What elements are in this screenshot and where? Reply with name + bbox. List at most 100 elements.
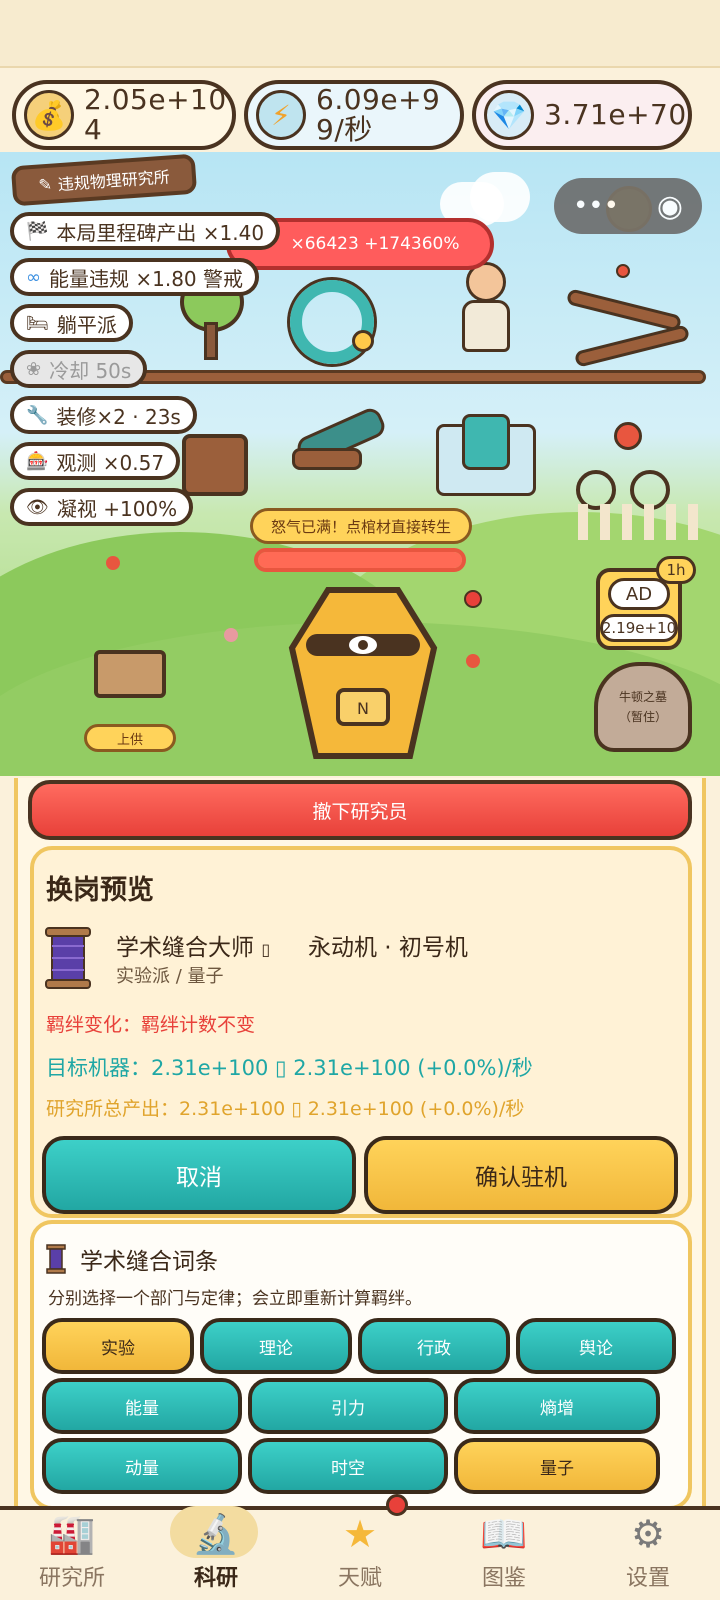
- multiplier-value: ×66423 +174360%: [290, 234, 460, 254]
- law-chip-gravity[interactable]: 引力: [248, 1378, 448, 1434]
- tag-milestone-text: 本局里程碑产出 ×1.40: [56, 220, 265, 245]
- rage-progress-fill: [258, 552, 462, 568]
- tomb-subtitle: （暂住）: [618, 710, 667, 724]
- tag-energy-violation[interactable]: ∞ 能量违规 ×1.80 警戒: [10, 258, 260, 296]
- unseat-researcher-button[interactable]: 撤下研究员: [28, 780, 692, 840]
- law-chip-entropy[interactable]: 熵增: [454, 1378, 660, 1434]
- more-icon[interactable]: •••: [573, 191, 619, 221]
- law-chip-quantum[interactable]: 量子: [454, 1438, 660, 1494]
- traits-title: 学术缝合词条: [80, 1249, 218, 1275]
- bed-icon: 🛏: [26, 312, 49, 334]
- nav-talent-label: 天赋: [337, 1566, 382, 1591]
- coffin-button[interactable]: N: [288, 586, 438, 766]
- energy-value: 6.09e+99/秒: [316, 83, 441, 146]
- researcher-name-text: 学术缝合大师: [116, 935, 254, 961]
- scientist-body: [462, 300, 510, 352]
- money-bag-icon: 💰: [24, 90, 74, 140]
- tag-observe-text: 观测 ×0.57: [56, 450, 165, 475]
- slot-machine-icon: 🎰: [26, 450, 49, 472]
- notification-dot: [386, 1494, 408, 1516]
- law-chip-energy[interactable]: 能量: [42, 1378, 242, 1434]
- eye-icon: 👁: [26, 496, 49, 518]
- confirm-station-button[interactable]: 确认驻机: [364, 1136, 678, 1214]
- flower: [106, 556, 120, 570]
- coffin-letter: N: [357, 699, 369, 718]
- researcher-tags: 实验派 / 量子: [116, 966, 224, 987]
- tag-gaze[interactable]: 👁 凝视 +100%: [10, 488, 194, 526]
- nav-research[interactable]: 🔬 科研: [144, 1506, 288, 1600]
- researcher-name: 学术缝合大师 ▯: [116, 928, 270, 962]
- arrow-glyph: ▯: [261, 940, 271, 959]
- gear-icon: ⚙: [630, 1512, 666, 1556]
- flower: [466, 654, 480, 668]
- law-chip-momentum[interactable]: 动量: [42, 1438, 242, 1494]
- offer-button[interactable]: 上供: [84, 724, 176, 752]
- tag-milestone[interactable]: 🏁 本局里程碑产出 ×1.40: [10, 212, 281, 250]
- department-chip-theory[interactable]: 理论: [200, 1318, 352, 1374]
- lightning-icon: ⚡: [256, 90, 306, 140]
- treasure-chest: [182, 434, 248, 496]
- tag-energy-text: 能量违规 ×1.80 警戒: [49, 266, 244, 291]
- coin-on-machine: [352, 330, 374, 352]
- thread-spool-icon: [46, 1244, 66, 1274]
- law-chip-spacetime[interactable]: 时空: [248, 1438, 448, 1494]
- nav-research-label: 科研: [193, 1566, 238, 1591]
- ad-reward-value: 2.19e+10: [600, 614, 678, 642]
- miniapp-capsule[interactable]: ••• ◉: [554, 178, 702, 234]
- cannon-base: [292, 448, 362, 470]
- nav-settings[interactable]: ⚙ 设置: [576, 1506, 720, 1600]
- rider-head: [614, 422, 642, 450]
- tree-trunk: [204, 322, 218, 360]
- preview-title: 换岗预览: [46, 875, 154, 906]
- cancel-button[interactable]: 取消: [42, 1136, 356, 1214]
- nav-lab-label: 研究所: [38, 1566, 105, 1591]
- pencil-icon: ✎: [37, 174, 53, 195]
- offering-altar: [94, 650, 166, 698]
- lab-output-text: 研究所总产出：2.31e+100 ▯ 2.31e+100 (+0.0%)/秒: [46, 1098, 525, 1120]
- department-chip-experiment[interactable]: 实验: [42, 1318, 194, 1374]
- tag-cooldown-text: 冷却 50s: [49, 358, 132, 383]
- lab-title: 违规物理研究所: [57, 167, 171, 195]
- department-chip-admin[interactable]: 行政: [358, 1318, 510, 1374]
- bond-change-text: 羁绊变化：羁绊计数不变: [46, 1014, 256, 1036]
- fruit: [464, 590, 482, 608]
- traits-description: 分别选择一个部门与定律；会立即重新计算羁绊。: [48, 1289, 422, 1309]
- thread-spool-icon: [45, 927, 91, 989]
- machine-name: 永动机 · 初号机: [308, 935, 468, 961]
- coins-counter: 💰 2.05e+104: [12, 80, 236, 150]
- tomb-title: 牛顿之墓: [618, 690, 667, 704]
- ramp-machine-lower: [573, 324, 691, 368]
- diamond-icon: 💎: [484, 90, 534, 140]
- nav-talent[interactable]: ★ 天赋: [288, 1506, 432, 1600]
- rage-progress-bar: [254, 548, 466, 572]
- tag-lie-flat[interactable]: 🛏 躺平派: [10, 304, 133, 342]
- star-icon: ★: [342, 1512, 378, 1556]
- book-icon: 📖: [480, 1511, 528, 1556]
- rage-label: 怒气已满！点棺材直接转生: [250, 508, 472, 544]
- terminal-screen: [462, 414, 510, 470]
- infinity-icon: ∞: [26, 266, 41, 288]
- tag-renovation-text: 装修×2 · 23s: [56, 404, 181, 429]
- wrench-icon: 🔧: [26, 404, 49, 426]
- leaf-icon: ❀: [26, 358, 42, 380]
- ramp-machine: [565, 288, 683, 332]
- factory-icon: 🏭: [48, 1511, 96, 1556]
- ad-time-badge: 1h: [656, 556, 696, 584]
- newton-tomb[interactable]: 牛顿之墓 （暂住）: [594, 662, 692, 752]
- status-bar-area: [0, 0, 720, 68]
- tag-observe[interactable]: 🎰 观测 ×0.57: [10, 442, 181, 480]
- energy-counter: ⚡ 6.09e+99/秒: [244, 80, 464, 150]
- ramp-ball: [616, 264, 630, 278]
- flower: [224, 628, 238, 642]
- close-target-icon[interactable]: ◉: [657, 189, 683, 224]
- department-chip-public-opinion[interactable]: 舆论: [516, 1318, 676, 1374]
- tag-cooldown[interactable]: ❀ 冷却 50s: [10, 350, 148, 388]
- microscope-icon: 🔬: [192, 1511, 240, 1556]
- nav-codex[interactable]: 📖 图鉴: [432, 1506, 576, 1600]
- nav-codex-label: 图鉴: [481, 1566, 526, 1591]
- tag-renovation[interactable]: 🔧 装修×2 · 23s: [10, 396, 197, 434]
- tag-lie-flat-text: 躺平派: [56, 312, 117, 337]
- nav-lab[interactable]: 🏭 研究所: [0, 1506, 144, 1600]
- cloud: [470, 172, 530, 222]
- checkered-flag-icon: 🏁: [26, 220, 49, 242]
